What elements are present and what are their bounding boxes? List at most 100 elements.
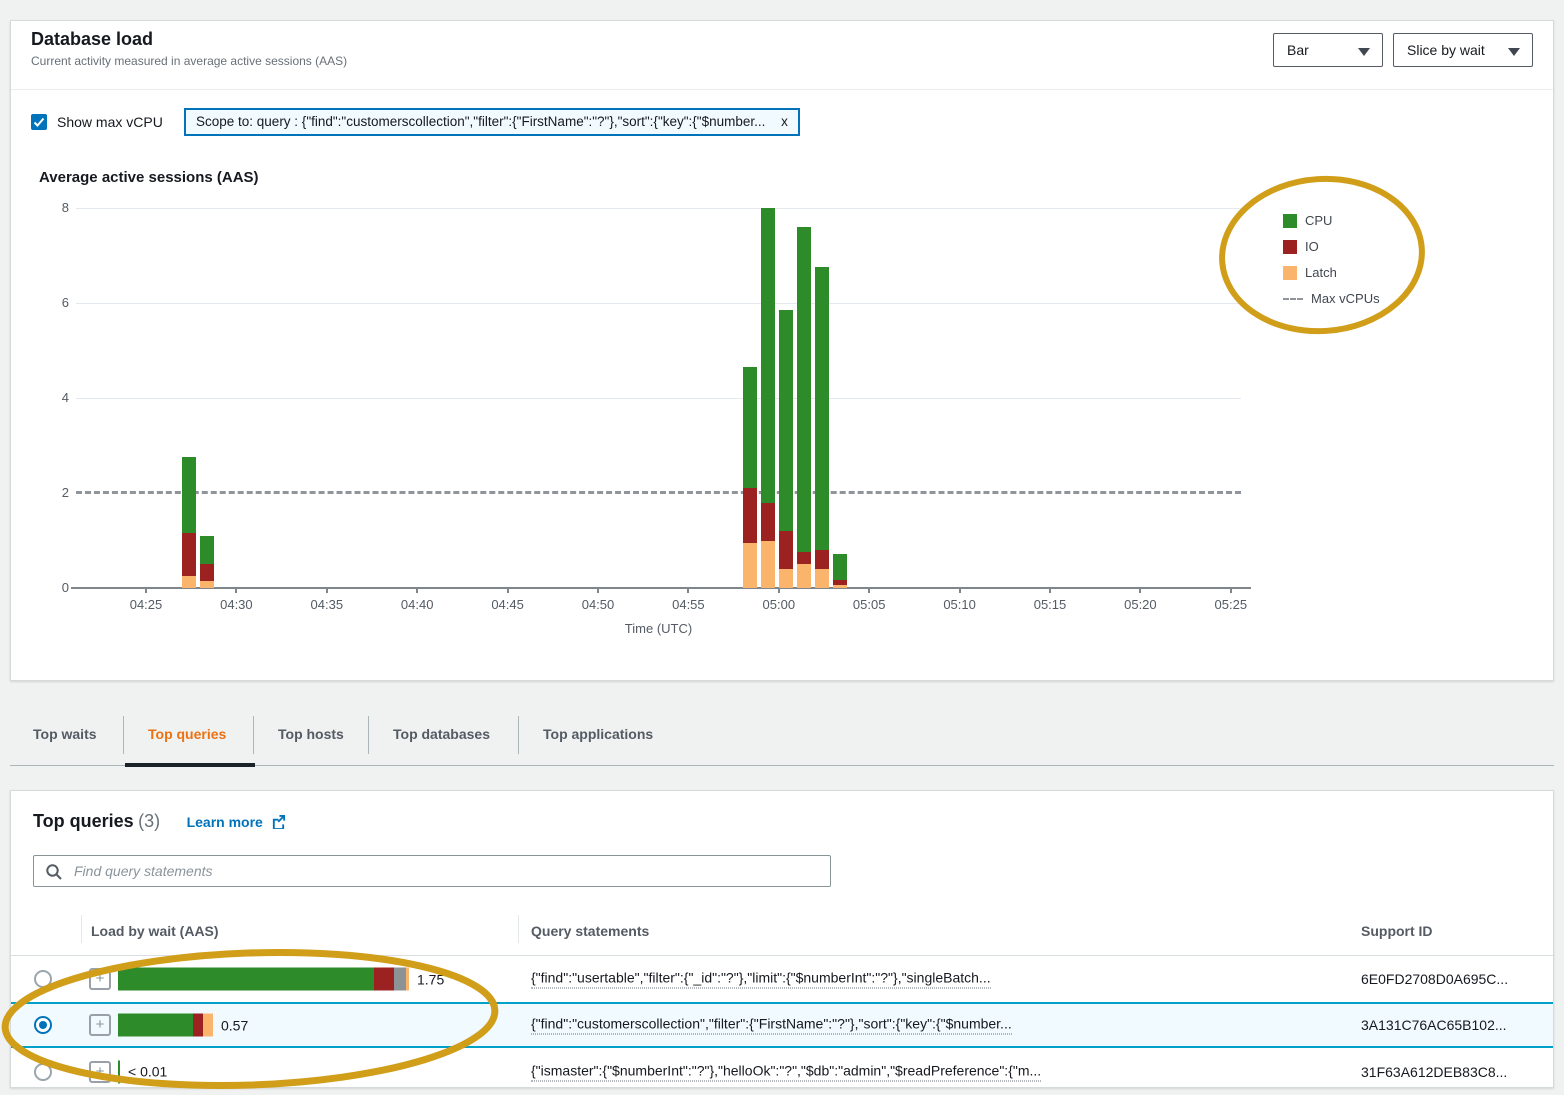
x-tick-label: 04:25 [124,597,168,612]
column-header-query: Query statements [531,923,649,939]
aas-chart-plot-area: 04:2504:3004:3504:4004:4504:5004:5505:00… [76,208,1241,588]
legend-swatch-latch [1283,266,1297,280]
load-bar-segment-cpu [118,1060,120,1083]
legend-label: IO [1305,239,1319,254]
chart-bar-segment-io[interactable] [833,580,847,585]
legend-item: CPU [1283,213,1380,228]
chart-bar-segment-latch[interactable] [797,564,811,588]
table-title: Top queries [33,811,134,831]
search-input[interactable] [33,855,831,887]
chart-bar-segment-io[interactable] [743,488,757,543]
slice-by-dropdown-label: Slice by wait [1407,42,1485,58]
chevron-down-icon [1358,48,1370,56]
x-tick-mark [416,589,418,593]
x-tick-label: 04:45 [486,597,530,612]
load-bar-segment-io [374,968,394,991]
chart-bar-segment-cpu[interactable] [761,208,775,503]
x-tick-label: 05:20 [1118,597,1162,612]
chart-bar-segment-latch[interactable] [200,581,214,588]
chart-bar-segment-latch[interactable] [761,541,775,589]
chart-bar-segment-cpu[interactable] [797,227,811,552]
chart-bar-segment-cpu[interactable] [743,367,757,488]
chart-bar-segment-io[interactable] [182,533,196,576]
query-statement-link[interactable]: {"ismaster":{"$numberInt":"?"},"helloOk"… [531,1062,1041,1081]
load-bar-segment-other [394,968,406,991]
chart-bar-segment-latch[interactable] [182,576,196,588]
row-radio-button[interactable] [34,1016,52,1034]
tab-top-applications[interactable]: Top applications [543,726,653,742]
legend-label: Max vCPUs [1311,291,1380,306]
active-tab-underline [125,763,255,767]
tab-top-hosts[interactable]: Top hosts [278,726,344,742]
tab-divider [123,716,124,754]
chart-bar-segment-io[interactable] [761,503,775,541]
chart-bar-segment-cpu[interactable] [779,310,793,531]
chart-bar-segment-cpu[interactable] [833,554,847,580]
chart-type-dropdown-label: Bar [1287,42,1309,58]
external-link-icon[interactable] [271,814,286,829]
database-load-panel: Database load Current activity measured … [10,20,1554,681]
x-tick-mark [959,589,961,593]
tab-divider [368,716,369,754]
column-divider [518,915,519,943]
load-bar-segment-cpu [118,1014,193,1037]
tab-top-queries[interactable]: Top queries [148,726,226,742]
tab-divider [253,716,254,754]
table-row[interactable]: +0.57{"find":"customerscollection","filt… [11,1002,1553,1048]
x-tick-mark [145,589,147,593]
chart-legend: CPU IO Latch Max vCPUs [1283,213,1380,317]
chart-bar-segment-cpu[interactable] [182,457,196,533]
x-tick-mark [687,589,689,593]
tab-top-waits[interactable]: Top waits [33,726,97,742]
chart-bar-segment-latch[interactable] [779,569,793,588]
legend-label: Latch [1305,265,1337,280]
gridline [76,303,1241,304]
table-count-badge: (3) [138,811,160,831]
row-radio-button[interactable] [34,1063,52,1081]
page-subtitle: Current activity measured in average act… [31,54,347,68]
table-row[interactable]: + < 0.01 {"ismaster":{"$numberInt":"?"},"h… [11,1048,1553,1088]
x-tick-mark [1230,589,1232,593]
load-aas-value: < 0.01 [128,1064,167,1080]
chart-bar-segment-latch[interactable] [815,569,829,588]
chart-bar-segment-io[interactable] [779,531,793,569]
query-statement-link[interactable]: {"find":"usertable","filter":{"_id":"?"}… [531,970,991,989]
expand-row-icon[interactable]: + [89,1061,111,1083]
load-bar-segment-cpu [118,968,374,991]
chart-type-dropdown[interactable]: Bar [1273,33,1383,67]
row-radio-button[interactable] [34,970,52,988]
x-tick-label: 04:50 [576,597,620,612]
x-tick-mark [778,589,780,593]
chart-bar-segment-io[interactable] [815,550,829,569]
legend-swatch-io [1283,240,1297,254]
expand-row-icon[interactable]: + [89,1014,111,1036]
x-tick-mark [868,589,870,593]
y-tick-label: 6 [62,295,69,310]
header-divider [11,89,1553,90]
legend-swatch-cpu [1283,214,1297,228]
load-by-wait-bar: 1.75 [118,968,444,991]
expand-row-icon[interactable]: + [89,968,111,990]
learn-more-link[interactable]: Learn more [187,814,263,830]
column-header-support-id: Support ID [1361,923,1433,939]
legend-label: CPU [1305,213,1332,228]
load-bar-segment-io [193,1014,203,1037]
chart-bar-segment-io[interactable] [797,552,811,564]
scope-tag-close-icon[interactable]: x [781,114,788,129]
query-statement-link[interactable]: {"find":"customerscollection","filter":{… [531,1016,1012,1035]
chart-bar-segment-latch[interactable] [743,543,757,588]
y-tick-label: 8 [62,200,69,215]
chart-bar-segment-cpu[interactable] [200,536,214,565]
chart-bar-segment-cpu[interactable] [815,267,829,550]
chart-bar-segment-io[interactable] [200,564,214,581]
column-divider [81,915,82,943]
slice-by-dropdown[interactable]: Slice by wait [1393,33,1533,67]
x-tick-label: 04:55 [666,597,710,612]
chart-bar-segment-latch[interactable] [833,585,847,588]
chart-title: Average active sessions (AAS) [39,169,259,186]
top-queries-panel: Top queries (3) Learn more Load by wait … [10,790,1554,1088]
query-table-body: +1.75 {"find":"usertable","filter":{"_id"… [11,956,1553,1088]
x-tick-label: 05:10 [938,597,982,612]
table-row[interactable]: +1.75 {"find":"usertable","filter":{"_id"… [11,956,1553,1002]
tab-top-databases[interactable]: Top databases [393,726,490,742]
